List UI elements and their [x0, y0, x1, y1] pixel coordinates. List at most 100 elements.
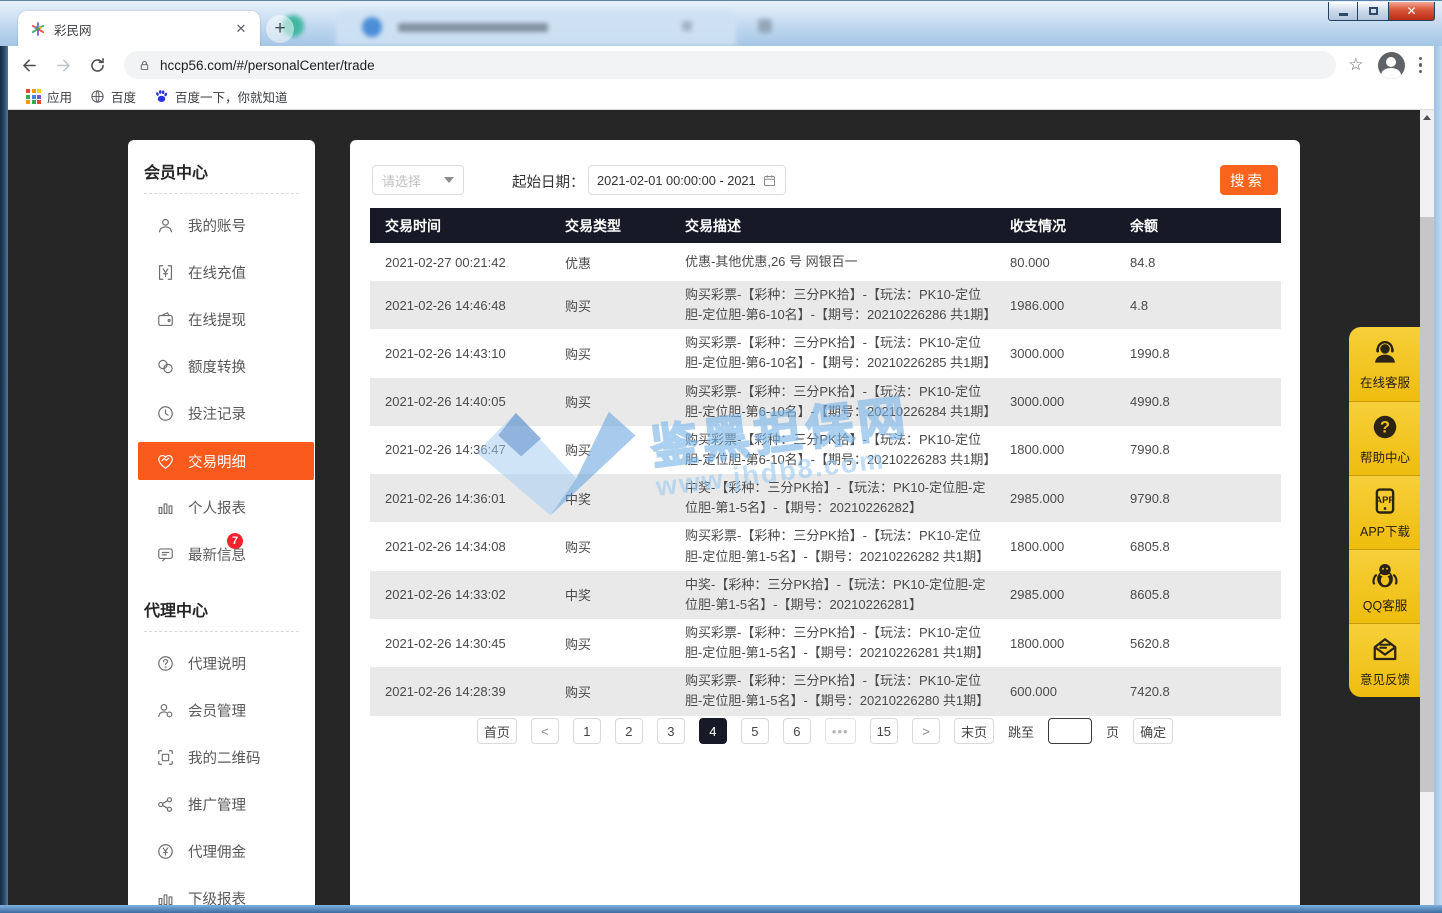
sidebar-item-member-manage[interactable]: 会员管理 — [128, 687, 315, 734]
cell-desc: 购买彩票-【彩种：三分PK拾】-【玩法：PK10-定位胆-定位胆-第6-10名】… — [670, 285, 995, 325]
cell-type: 购买 — [550, 344, 670, 363]
next-page-button[interactable]: > — [912, 718, 940, 744]
bet-record-icon — [156, 404, 175, 423]
page-scrollbar[interactable] — [1420, 110, 1434, 905]
float-item-qq-service[interactable]: QQ客服 — [1349, 549, 1420, 623]
last-page-button[interactable]: 末页 — [954, 718, 994, 744]
column-header: 交易类型 — [550, 216, 670, 236]
page-button[interactable]: 5 — [741, 718, 769, 744]
cell-time: 2021-02-26 14:36:01 — [370, 491, 550, 506]
table-header: 交易时间 交易类型 交易描述 收支情况 余额 — [370, 208, 1281, 243]
float-item-feedback[interactable]: 意见反馈 — [1349, 623, 1420, 697]
close-window-button[interactable]: ✕ — [1388, 2, 1435, 21]
sidebar-item-label: 个人报表 — [188, 497, 246, 518]
window-frame-left — [0, 46, 8, 913]
ellipsis-pages: ••• — [825, 718, 856, 744]
float-item-help-center[interactable]: ? 帮助中心 — [1349, 401, 1420, 475]
sidebar-item-commission[interactable]: 代理佣金 — [128, 828, 315, 875]
bookmark-apps[interactable]: 应用 — [26, 87, 72, 106]
help-center-icon: ? — [1370, 412, 1400, 442]
cell-desc: 中奖-【彩种：三分PK拾】-【玩法：PK10-定位胆-定位胆-第1-5名】-【期… — [670, 575, 995, 615]
cell-type: 购买 — [550, 634, 670, 653]
sidebar-item-promote-share[interactable]: 推广管理 — [128, 781, 315, 828]
scroll-up-arrow-icon[interactable] — [1420, 110, 1434, 125]
table-row: 2021-02-26 14:46:48购买购买彩票-【彩种：三分PK拾】-【玩法… — [370, 281, 1281, 329]
maximize-window-button[interactable] — [1358, 2, 1388, 21]
jump-page-input[interactable] — [1048, 718, 1092, 744]
message-icon — [156, 545, 175, 564]
apps-grid-icon — [26, 89, 41, 104]
cell-type: 购买 — [550, 296, 670, 315]
page-button-last-number[interactable]: 15 — [870, 718, 898, 744]
sidebar-item-personal-report[interactable]: 个人报表 — [128, 484, 315, 531]
sidebar-item-quota-transfer[interactable]: 额度转换 — [128, 343, 315, 390]
first-page-button[interactable]: 首页 — [477, 718, 517, 744]
browser-menu-icon[interactable] — [1419, 57, 1423, 74]
float-item-online-service[interactable]: 在线客服 — [1349, 327, 1420, 401]
url-text: hccp56.com/#/personalCenter/trade — [160, 58, 375, 73]
tab-close-icon[interactable]: ✕ — [232, 20, 250, 38]
cell-desc: 购买彩票-【彩种：三分PK拾】-【玩法：PK10-定位胆-定位胆-第1-5名】-… — [670, 671, 995, 711]
cell-amount: 1800.000 — [995, 636, 1115, 651]
prev-page-button[interactable]: < — [531, 718, 559, 744]
type-select[interactable]: 请选择 — [372, 165, 464, 195]
cell-balance: 7420.8 — [1115, 684, 1281, 699]
new-tab-button[interactable]: + — [266, 15, 294, 43]
search-button[interactable]: 搜索 — [1220, 165, 1278, 195]
minimize-window-button[interactable] — [1328, 2, 1358, 21]
table-row: 2021-02-26 14:36:01中奖中奖-【彩种：三分PK拾】-【玩法：P… — [370, 474, 1281, 522]
sidebar-item-label: 在线提现 — [188, 309, 246, 330]
cell-time: 2021-02-26 14:30:45 — [370, 636, 550, 651]
bookmark-star-icon[interactable]: ☆ — [1348, 55, 1363, 75]
table-row: 2021-02-26 14:28:39购买购买彩票-【彩种：三分PK拾】-【玩法… — [370, 667, 1281, 715]
cell-balance: 8605.8 — [1115, 587, 1281, 602]
address-bar[interactable]: hccp56.com/#/personalCenter/trade — [124, 51, 1336, 79]
sidebar-item-bet-record[interactable]: 投注记录 — [128, 390, 315, 437]
bookmark-baidu[interactable]: 百度 — [90, 87, 136, 106]
float-item-app-download[interactable]: APPAPP下载 — [1349, 475, 1420, 549]
sidebar-item-sub-report[interactable]: 下级报表 — [128, 875, 315, 905]
sidebar-item-message[interactable]: 最新信息7 — [128, 531, 315, 578]
back-button[interactable] — [16, 52, 42, 78]
refresh-button[interactable] — [84, 52, 110, 78]
cell-amount: 2985.000 — [995, 491, 1115, 506]
profile-avatar[interactable] — [1378, 52, 1405, 79]
commission-icon — [156, 842, 175, 861]
forward-button[interactable] — [50, 52, 76, 78]
sidebar-sections: 会员中心我的账号在线充值在线提现额度转换投注记录交易明细个人报表最新信息7代理中… — [128, 140, 315, 905]
chevron-down-icon — [444, 177, 454, 183]
cell-time: 2021-02-26 14:28:39 — [370, 684, 550, 699]
sidebar-item-withdraw-wallet[interactable]: 在线提现 — [128, 296, 315, 343]
cell-type: 优惠 — [550, 253, 670, 272]
sidebar-item-trade-detail[interactable]: 交易明细 — [138, 442, 314, 480]
page-button[interactable]: 2 — [615, 718, 643, 744]
jump-label: 跳至 — [1008, 722, 1034, 741]
scrollbar-thumb[interactable] — [1420, 217, 1434, 792]
page-button[interactable]: 4 — [699, 718, 727, 744]
sidebar-item-recharge[interactable]: 在线充值 — [128, 249, 315, 296]
sidebar-item-label: 额度转换 — [188, 356, 246, 377]
notification-badge: 7 — [227, 533, 243, 549]
page-button[interactable]: 1 — [573, 718, 601, 744]
sidebar: 会员中心我的账号在线充值在线提现额度转换投注记录交易明细个人报表最新信息7代理中… — [128, 140, 315, 905]
cell-balance: 84.8 — [1115, 255, 1281, 270]
sidebar-item-agent-help[interactable]: 代理说明 — [128, 640, 315, 687]
date-range-input[interactable]: 2021-02-01 00:00:00 - 2021 — [588, 165, 786, 195]
page-button[interactable]: 6 — [783, 718, 811, 744]
float-item-label: 帮助中心 — [1360, 447, 1410, 466]
cell-desc: 购买彩票-【彩种：三分PK拾】-【玩法：PK10-定位胆-定位胆-第1-5名】-… — [670, 623, 995, 663]
bookmark-baidu-search[interactable]: 百度一下，你就知道 — [154, 87, 288, 106]
agent-help-icon — [156, 654, 175, 673]
jump-confirm-button[interactable]: 确定 — [1133, 718, 1173, 744]
member-manage-icon — [156, 701, 175, 720]
sidebar-item-user[interactable]: 我的账号 — [128, 202, 315, 249]
sidebar-section-title: 会员中心 — [128, 140, 315, 193]
window-frame-bottom — [0, 905, 1442, 913]
sidebar-item-qrcode[interactable]: 我的二维码 — [128, 734, 315, 781]
cell-time: 2021-02-26 14:46:48 — [370, 298, 550, 313]
cell-type: 购买 — [550, 440, 670, 459]
cell-desc: 购买彩票-【彩种：三分PK拾】-【玩法：PK10-定位胆-定位胆-第6-10名】… — [670, 382, 995, 422]
trade-detail-icon — [156, 452, 175, 471]
page-button[interactable]: 3 — [657, 718, 685, 744]
browser-tab[interactable]: 彩民网 ✕ — [18, 11, 260, 47]
